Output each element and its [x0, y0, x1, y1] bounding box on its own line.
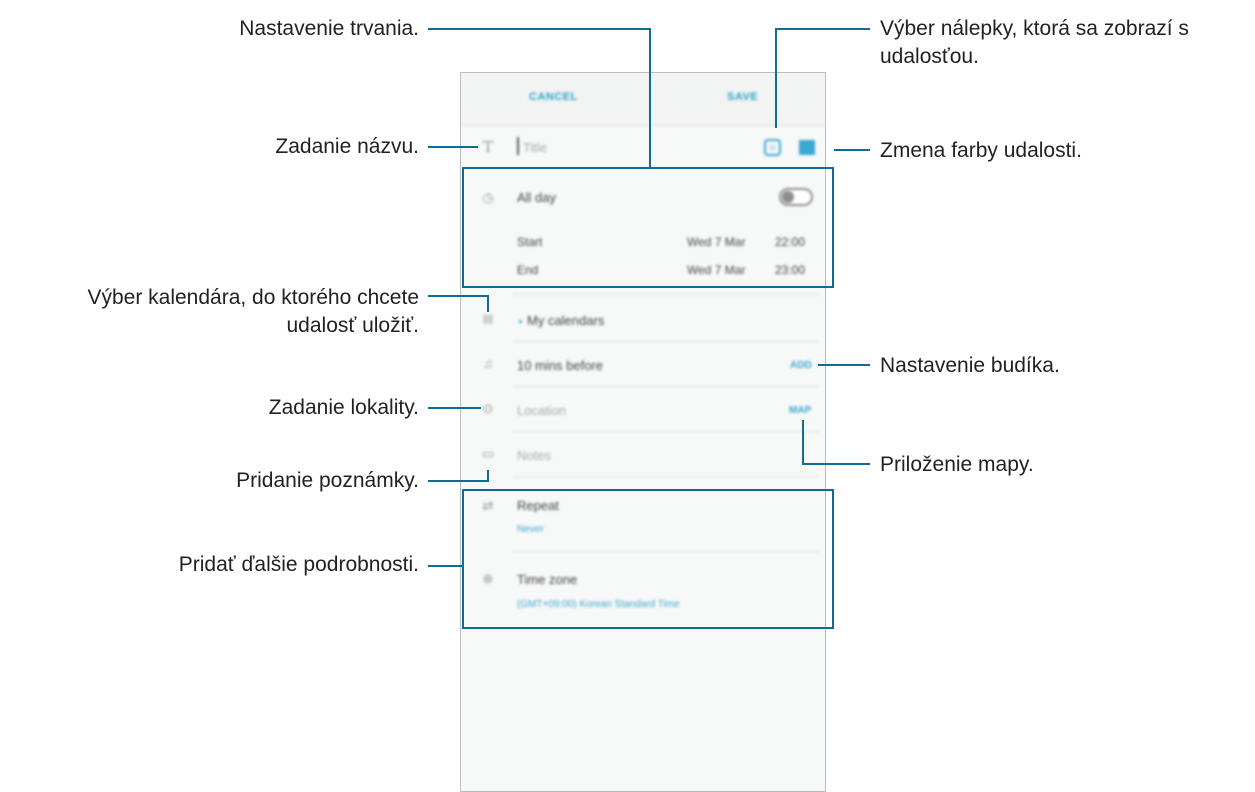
callout-duration: Nastavenie trvania. — [239, 17, 419, 40]
callout-title: Zadanie názvu. — [275, 135, 419, 158]
callout-calendar-line2: udalosť uložiť. — [286, 314, 420, 337]
callout-map: Priloženie mapy. — [880, 453, 1034, 476]
callout-notes: Pridanie poznámky. — [236, 469, 419, 492]
callout-details: Pridať ďalšie podrobnosti. — [178, 553, 419, 576]
callout-alarm: Nastavenie budíka. — [880, 354, 1060, 377]
callout-sticker-line2: udalosťou. — [880, 45, 979, 68]
callout-location: Zadanie lokality. — [268, 396, 419, 419]
callout-color: Zmena farby udalosti. — [880, 139, 1082, 162]
callout-sticker-line1: Výber nálepky, ktorá sa zobrazí s — [880, 17, 1189, 40]
callout-connectors — [428, 28, 870, 567]
callout-calendar-line1: Výber kalendára, do ktorého chcete — [87, 286, 419, 309]
